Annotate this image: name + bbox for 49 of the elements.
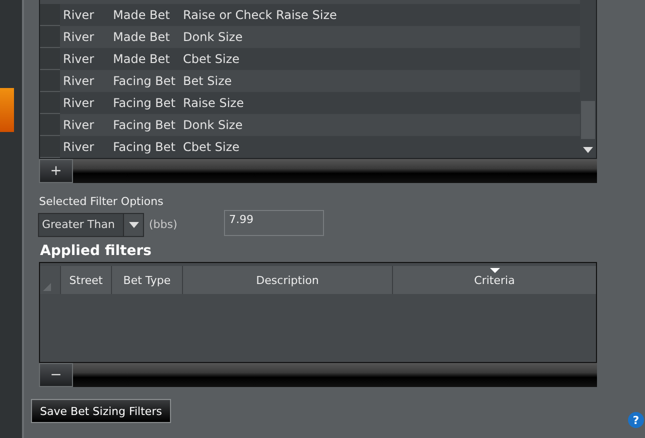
table-cell-text: Bet Size [183,74,233,88]
row-header[interactable] [40,48,60,70]
table-cell-text: Cbet Size [183,52,241,66]
scroll-down-icon[interactable] [583,147,593,153]
add-button[interactable]: + [39,159,73,183]
table-cell-text: Made Bet [113,8,171,22]
side-tab[interactable] [0,88,14,132]
table-cell-text: River [62,52,96,66]
table-cell-text: River [62,30,96,44]
scroll-thumb[interactable] [581,101,595,139]
table-cell-text: Facing Bet [113,96,176,110]
row-header[interactable] [40,92,60,114]
table-cell-text: Raise Size [183,96,245,110]
row-header[interactable] [40,4,60,26]
table-cell-text: Made Bet [113,52,171,66]
comparator-dropdown[interactable]: Greater Than [38,212,144,236]
select-all-corner[interactable] [40,266,60,294]
table-cell-text: Cbet Size [183,140,241,154]
section-title: Applied filters [40,243,152,261]
corner-icon [43,283,51,291]
dropdown-caret-icon[interactable] [128,222,138,228]
table-cell-text: Donk Size [183,118,244,132]
section-label: Selected Filter Options [39,195,164,208]
help-icon[interactable]: ? [628,412,644,428]
row-header[interactable] [40,114,60,136]
row-header[interactable] [40,70,60,92]
table-cell-text: Donk Size [183,30,244,44]
remove-button[interactable]: − [39,363,73,387]
row-header[interactable] [40,26,60,48]
table-cell-text: River [62,8,96,22]
table-cell-text: Made Bet [113,30,171,44]
column-header[interactable]: Description [182,266,392,294]
table-cell-text: Facing Bet [113,74,176,88]
column-header[interactable]: Criteria [392,266,596,294]
save-button[interactable]: Save Bet Sizing Filters [31,399,171,423]
table-cell-text: River [62,140,96,154]
table-cell-text: Raise or Check Raise Size [183,8,338,22]
table-cell-text: River [62,74,96,88]
table-cell-text: Facing Bet [113,118,176,132]
scrollbar[interactable] [580,0,596,158]
table-cell-text: River [62,118,96,132]
value-field[interactable]: 7.99 [224,210,324,236]
table-cell-text: Facing Bet [113,140,176,154]
table-cell-text: River [62,96,96,110]
row-header[interactable] [40,136,60,158]
sort-icon [490,268,500,273]
column-header[interactable]: Street [60,266,111,294]
column-header[interactable]: Bet Type [111,266,182,294]
unit-label: (bbs) [149,218,178,231]
